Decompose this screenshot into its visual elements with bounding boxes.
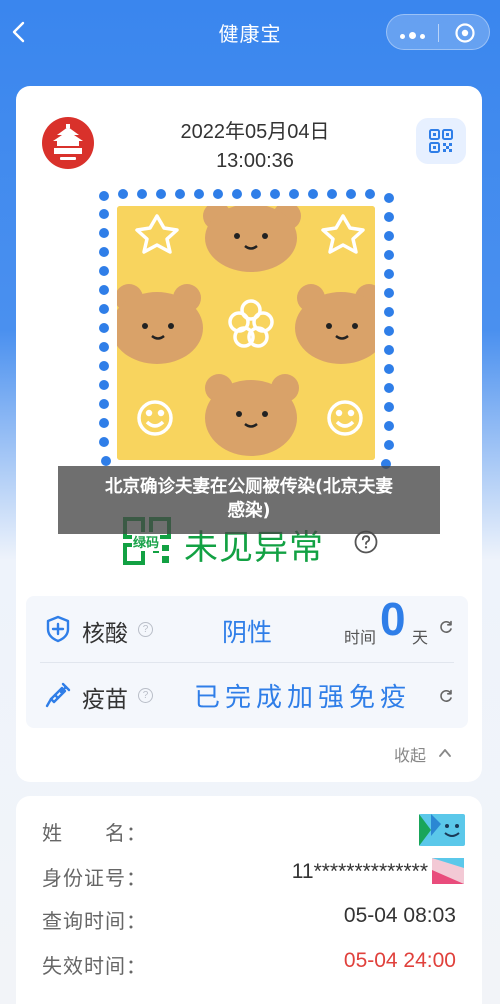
nucleic-help-icon[interactable]: ? bbox=[138, 622, 153, 637]
name-label: 姓 名： bbox=[42, 821, 147, 845]
expire-time-value: 05-04 24:00 bbox=[343, 949, 456, 972]
masked-name-icon bbox=[419, 814, 465, 846]
beijing-seal-icon bbox=[40, 115, 96, 171]
top-bar: 健康宝 bbox=[0, 0, 500, 64]
time-text: 13:00:36 bbox=[216, 150, 294, 172]
close-button[interactable] bbox=[439, 15, 490, 51]
caption-banner: 北京确诊夫妻在公厕被传染(北京夫妻 感染) bbox=[58, 466, 440, 534]
bear-sticker-image bbox=[117, 206, 375, 460]
id-label: 身份证号： bbox=[42, 866, 147, 890]
mini-program-capsule bbox=[386, 14, 490, 50]
qr-code-icon bbox=[429, 129, 453, 153]
shield-plus-icon bbox=[46, 615, 70, 643]
query-time-value: 05-04 08:03 bbox=[343, 904, 456, 927]
ellipsis-icon bbox=[398, 24, 427, 43]
chevron-up-icon[interactable] bbox=[438, 747, 452, 759]
more-button[interactable] bbox=[387, 15, 438, 51]
target-circle-icon bbox=[454, 23, 475, 43]
nucleic-label: 核酸 bbox=[82, 621, 128, 647]
nucleic-result: 阴性 bbox=[222, 618, 273, 647]
id-value: 11************** bbox=[291, 860, 428, 883]
nucleic-days-unit: 天 bbox=[412, 628, 429, 647]
caption-line-2: 感染) bbox=[227, 501, 271, 521]
green-code-label: 绿码 bbox=[132, 532, 161, 551]
syringe-icon bbox=[45, 682, 71, 708]
vaccine-row[interactable]: 疫苗 ? 已完成加强免疫 bbox=[26, 662, 468, 728]
test-info-panel: 核酸 ? 阴性 时间 0 天 疫苗 ? 已完成加强免疫 bbox=[26, 593, 468, 728]
date-time: 2022年05月04日 13:00:36 bbox=[140, 118, 370, 176]
nucleic-time-label: 时间 bbox=[344, 628, 377, 647]
refresh-icon[interactable] bbox=[439, 689, 453, 703]
nucleic-days-count: 0 bbox=[380, 593, 406, 645]
expire-time-label: 失效时间： bbox=[42, 954, 147, 978]
query-time-label: 查询时间： bbox=[42, 909, 147, 933]
refresh-icon[interactable] bbox=[439, 620, 453, 634]
nucleic-test-row[interactable]: 核酸 ? 阴性 时间 0 天 bbox=[26, 593, 468, 662]
vaccine-help-icon[interactable]: ? bbox=[138, 688, 153, 703]
masked-id-icon bbox=[432, 858, 464, 884]
collapse-button[interactable]: 收起 bbox=[394, 742, 426, 766]
vaccine-result: 已完成加强免疫 bbox=[194, 683, 412, 713]
qr-scan-button[interactable] bbox=[416, 118, 466, 164]
date-text: 2022年05月04日 bbox=[180, 121, 330, 143]
vaccine-label: 疫苗 bbox=[82, 687, 128, 713]
caption-line-1: 北京确诊夫妻在公厕被传染(北京夫妻 bbox=[105, 477, 393, 497]
